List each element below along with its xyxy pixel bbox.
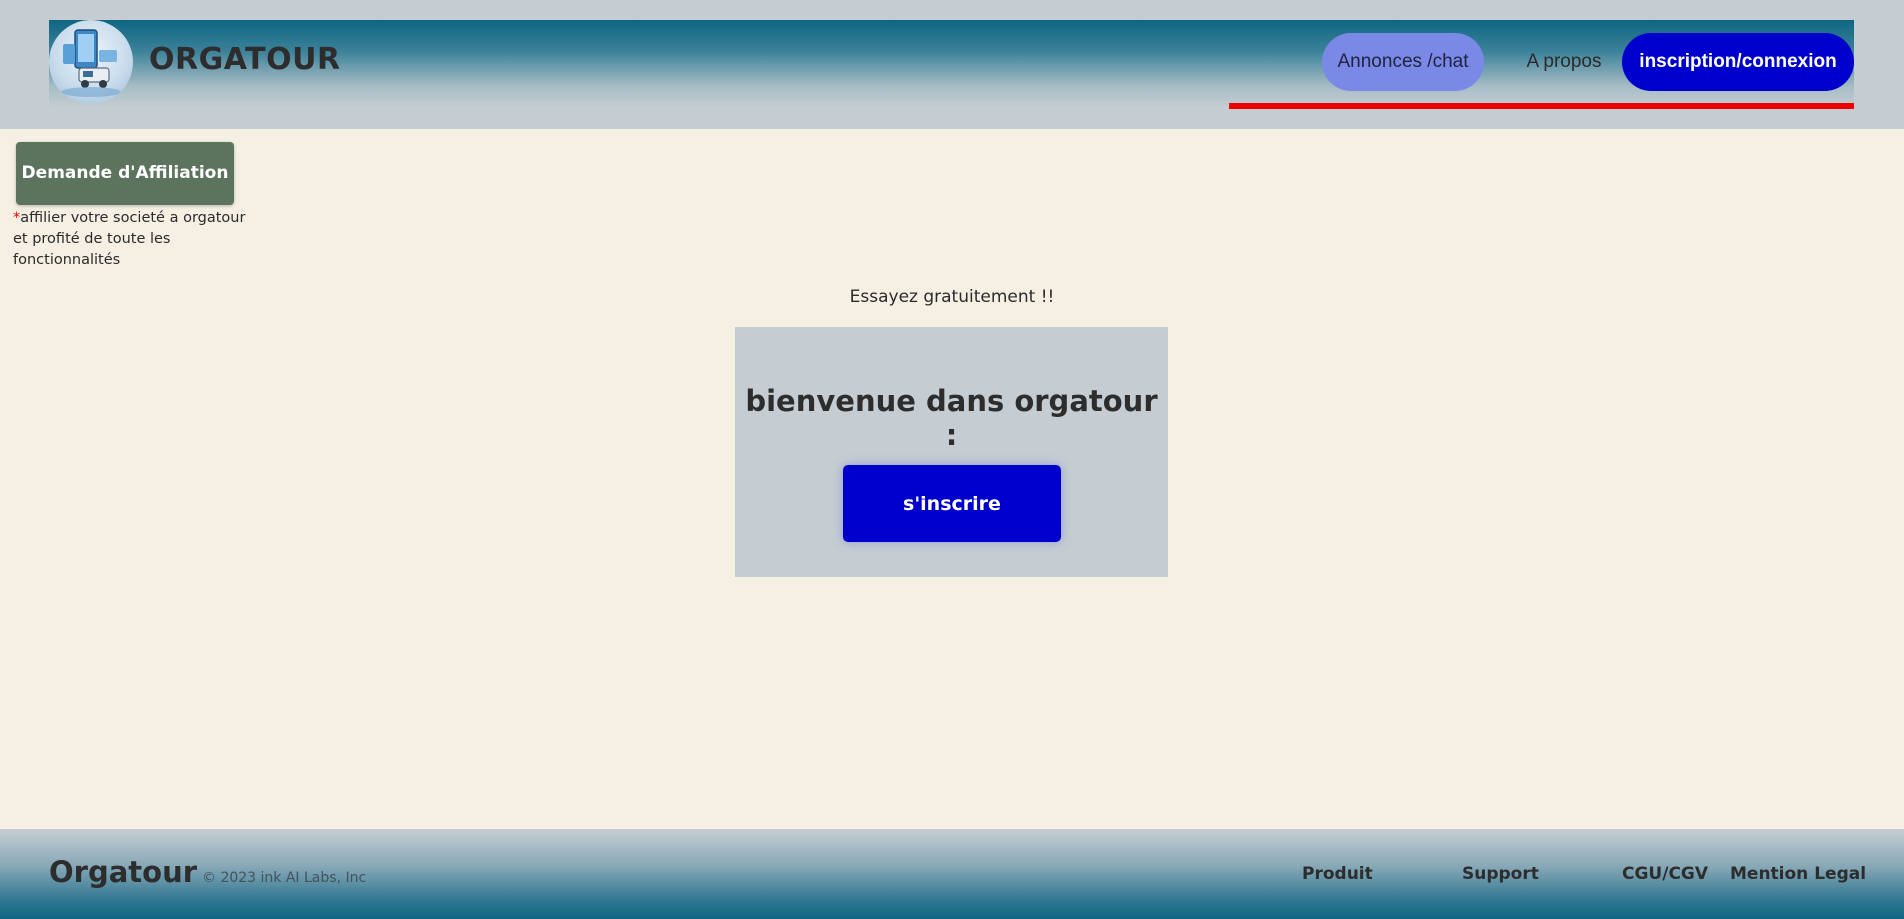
welcome-title: bienvenue dans orgatour :: [745, 384, 1158, 452]
orgatour-logo-icon[interactable]: [49, 20, 133, 104]
brand-title: ORGATOUR: [149, 42, 341, 77]
footer-brand: Orgatour: [49, 855, 198, 889]
footer-link-support[interactable]: Support: [1462, 864, 1539, 884]
free-trial-tagline: Essayez gratuitement !!: [849, 287, 1055, 307]
site-footer: Orgatour © 2023 ink AI Labs, Inc Produit…: [0, 829, 1904, 919]
welcome-card: bienvenue dans orgatour : s'inscrire: [735, 327, 1168, 577]
affiliation-note-text: affilier votre societé a orgatour et pro…: [13, 210, 246, 268]
nav-active-underline: [1229, 103, 1854, 109]
footer-link-mention-legal[interactable]: Mention Legal: [1730, 864, 1866, 884]
site-header: ORGATOUR Annonces /chat A propos inscrip…: [49, 20, 1854, 108]
footer-link-cgu-cgv[interactable]: CGU/CGV: [1622, 864, 1708, 884]
signup-button[interactable]: s'inscrire: [843, 465, 1061, 542]
affiliation-note: *affilier votre societé a orgatour et pr…: [13, 208, 253, 271]
nav-annonces-chat[interactable]: Annonces /chat: [1322, 33, 1484, 91]
nav-inscription-connexion-button[interactable]: inscription/connexion: [1622, 33, 1854, 91]
footer-copyright: © 2023 ink AI Labs, Inc: [202, 870, 367, 886]
affiliation-request-button[interactable]: Demande d'Affiliation: [16, 142, 234, 205]
nav-a-propos[interactable]: A propos: [1509, 33, 1619, 91]
footer-link-produit[interactable]: Produit: [1302, 864, 1373, 884]
